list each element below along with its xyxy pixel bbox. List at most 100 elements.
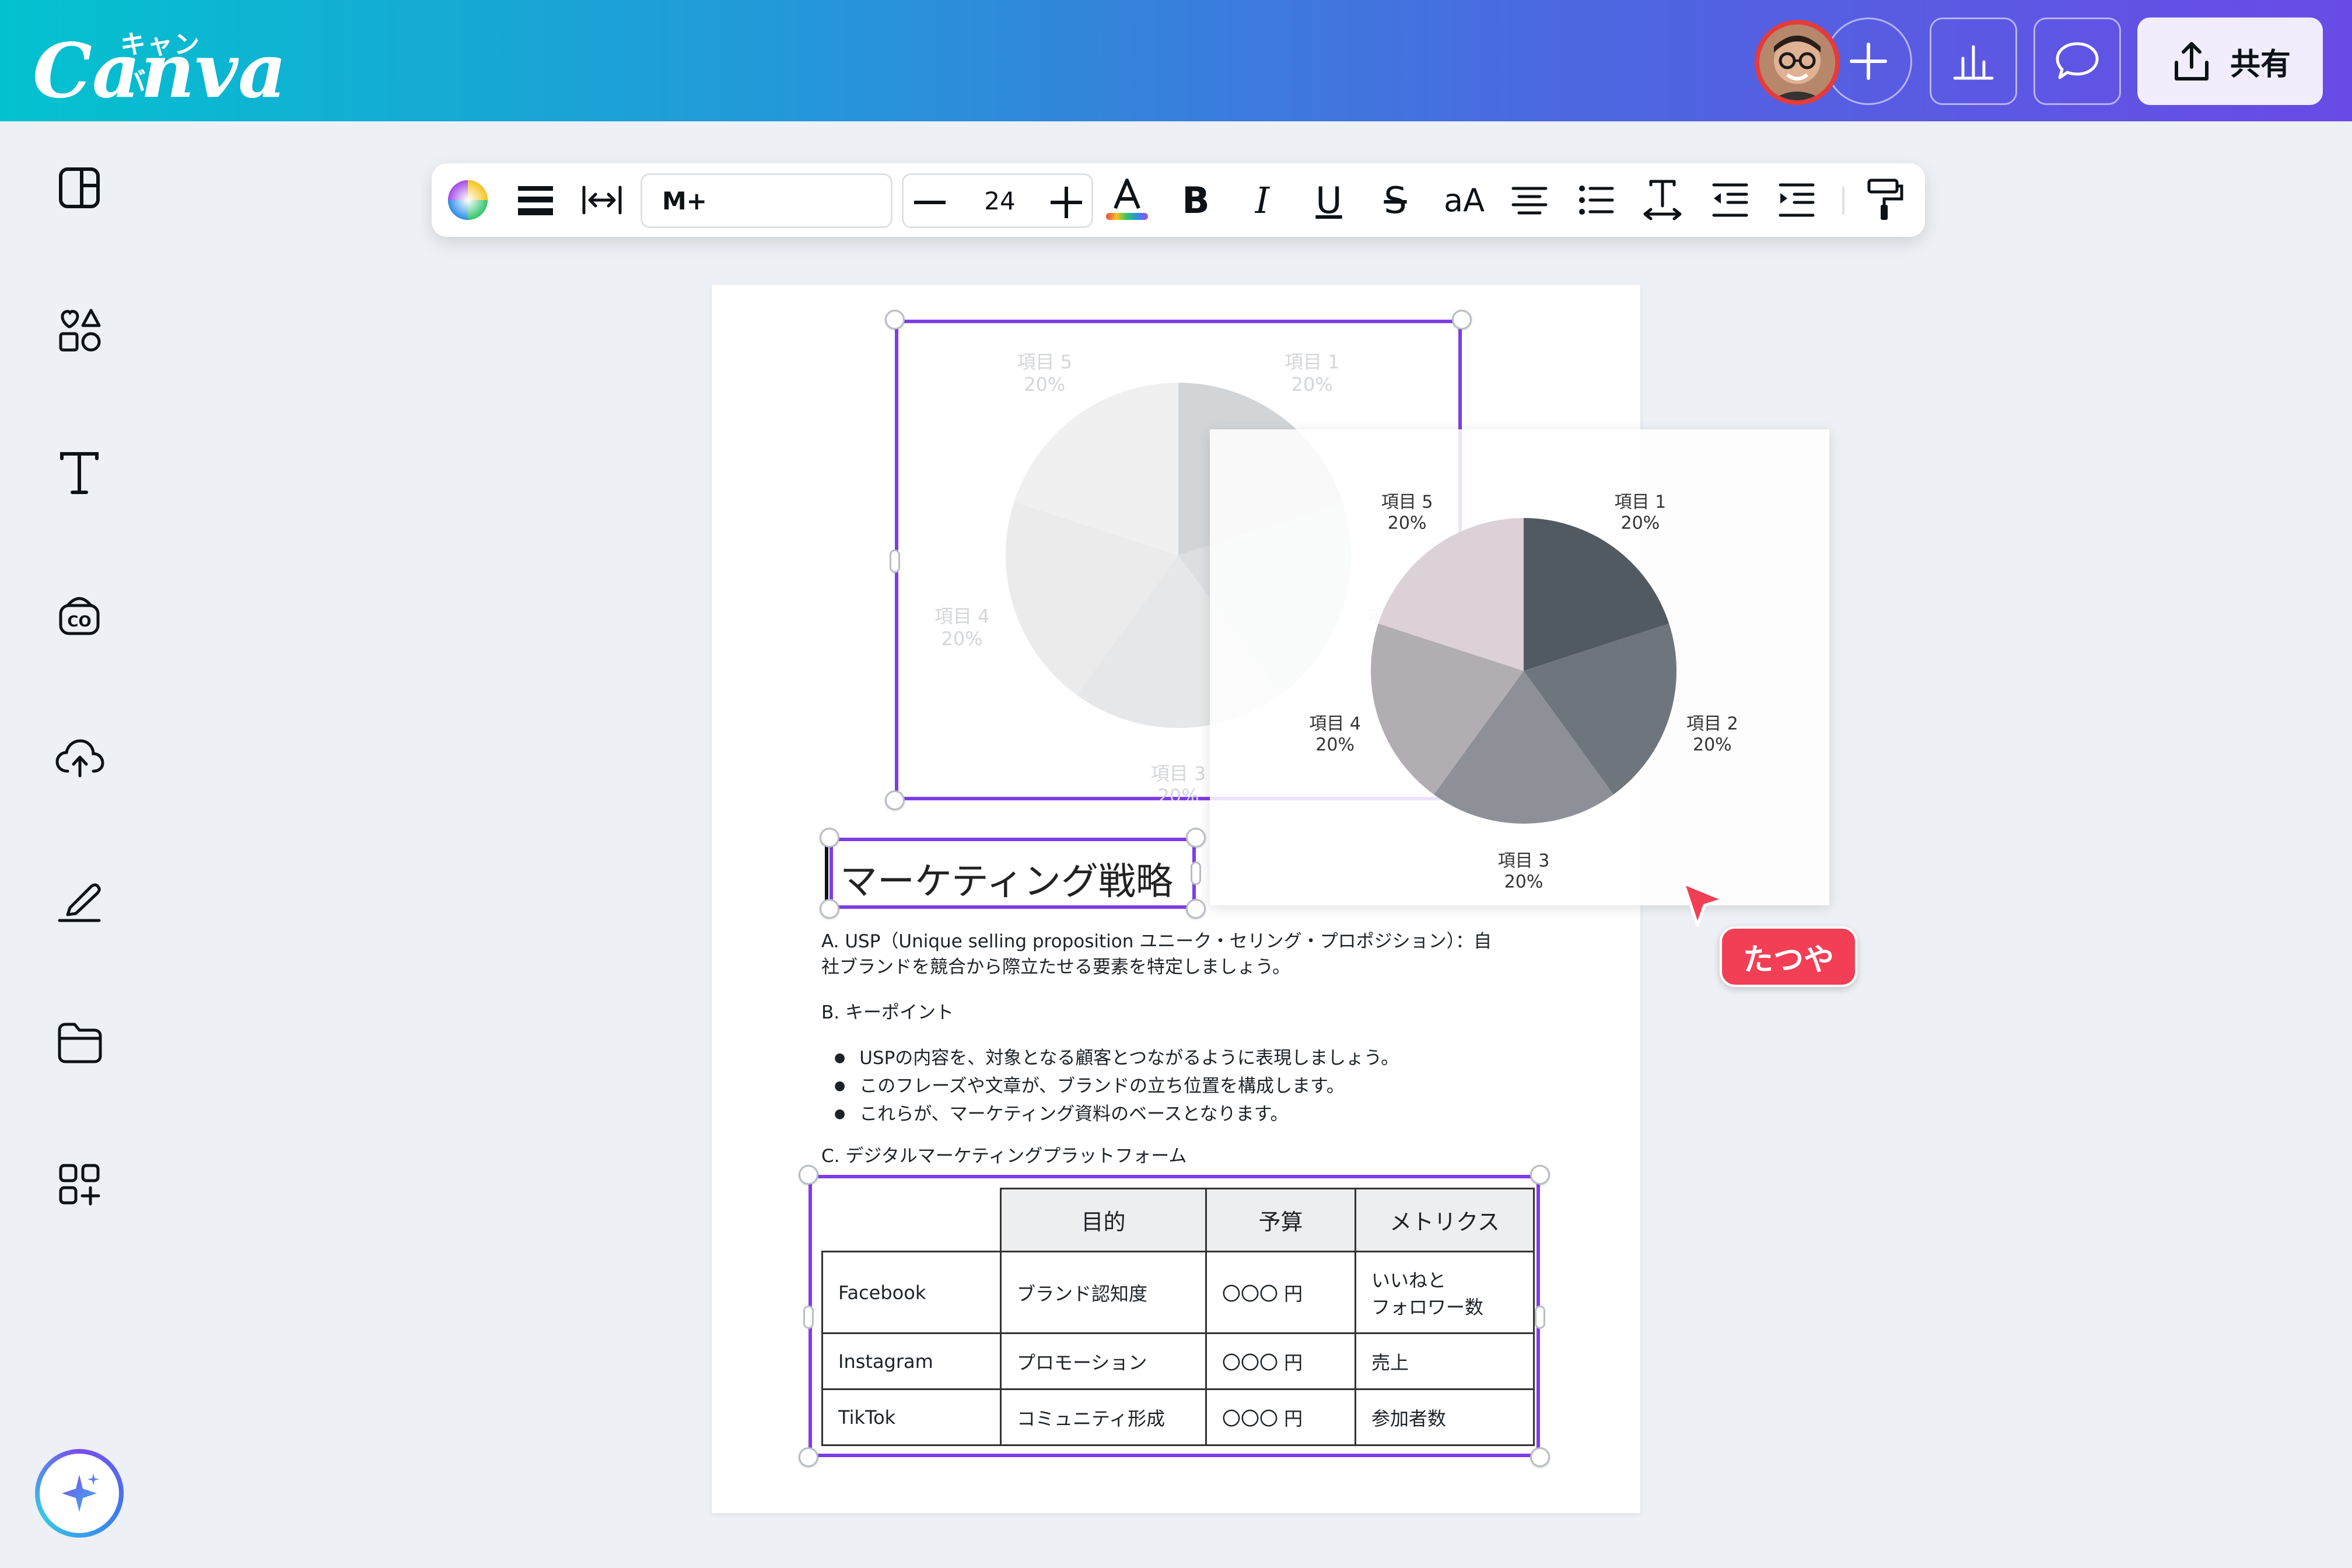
heading-handle-right[interactable] bbox=[1191, 862, 1201, 885]
toolbar-divider bbox=[1842, 187, 1845, 215]
comments-button[interactable] bbox=[2034, 18, 2121, 105]
strikethrough-button[interactable]: S bbox=[1371, 176, 1420, 225]
table-cell-budget[interactable]: 〇〇〇 円 bbox=[1205, 1251, 1356, 1334]
sidebar-apps-button[interactable] bbox=[52, 1157, 106, 1211]
table-handle-left[interactable] bbox=[803, 1306, 814, 1329]
share-button[interactable]: 共有 bbox=[2137, 18, 2323, 105]
font-size-increase-vbar[interactable] bbox=[1065, 187, 1068, 218]
text-color-picker[interactable] bbox=[443, 176, 492, 225]
color-wheel-icon bbox=[448, 180, 488, 220]
pie-value-label: 20% bbox=[1024, 373, 1065, 396]
list-button[interactable] bbox=[1572, 176, 1620, 225]
table-header-metrics[interactable]: メトリクス bbox=[1354, 1188, 1535, 1252]
paint-format-button[interactable] bbox=[1861, 176, 1910, 225]
page-title[interactable]: マーケティング戦略 bbox=[840, 852, 1173, 905]
italic-button[interactable]: I bbox=[1238, 176, 1287, 225]
sidebar-elements-button[interactable] bbox=[52, 303, 106, 357]
list-item: このフレーズや文章が、ブランドの立ち位置を構成します。 bbox=[834, 1073, 1399, 1101]
table-cell-platform[interactable]: Instagram bbox=[821, 1332, 1002, 1390]
table-header-purpose[interactable]: 目的 bbox=[1000, 1188, 1207, 1252]
font-family-selector[interactable]: M+ bbox=[640, 173, 892, 228]
table-cell-purpose[interactable]: ブランド認知度 bbox=[1000, 1251, 1207, 1334]
table-handle-top-right[interactable] bbox=[1530, 1165, 1550, 1185]
font-color-icon bbox=[1106, 178, 1148, 220]
pie-value-label: 20% bbox=[1315, 735, 1354, 755]
underline-button[interactable]: U bbox=[1304, 176, 1353, 225]
resize-handle-top-right[interactable] bbox=[1452, 310, 1472, 330]
avatar-face bbox=[1759, 24, 1835, 100]
brand-icon: CO bbox=[59, 597, 100, 635]
indent-icon bbox=[1779, 183, 1815, 217]
comment-icon bbox=[2056, 42, 2099, 79]
pie-category-label: 項目 1 bbox=[1615, 492, 1667, 512]
spacing-button[interactable] bbox=[511, 176, 560, 225]
decrease-indent-button[interactable] bbox=[1706, 176, 1755, 225]
text-spacing-icon bbox=[1643, 180, 1682, 220]
pie-value-label: 20% bbox=[1157, 785, 1199, 800]
text-icon bbox=[60, 452, 99, 494]
font-size-decrease-button[interactable] bbox=[914, 201, 946, 204]
pie-category-label: 項目 3 bbox=[1151, 762, 1206, 785]
paragraph-c[interactable]: C. デジタルマーケティングプラットフォーム bbox=[821, 1143, 1186, 1169]
table-cell-budget[interactable]: 〇〇〇 円 bbox=[1205, 1332, 1356, 1390]
share-label: 共有 bbox=[2230, 47, 2291, 82]
table-handle-bottom-right[interactable] bbox=[1530, 1447, 1550, 1467]
text-width-button[interactable] bbox=[578, 176, 626, 225]
table-row: TikTok コミュニティ形成 〇〇〇 円 参加者数 bbox=[821, 1388, 1535, 1446]
table-cell-platform[interactable]: Facebook bbox=[821, 1251, 1002, 1334]
metric-line2: フォロワー数 bbox=[1371, 1296, 1484, 1318]
resize-handle-left[interactable] bbox=[890, 550, 900, 573]
sidebar-design-button[interactable] bbox=[52, 161, 106, 215]
table-cell-budget[interactable]: 〇〇〇 円 bbox=[1205, 1388, 1356, 1446]
table-header-budget[interactable]: 予算 bbox=[1205, 1188, 1356, 1252]
pie-chart-dragging[interactable]: 項目 1 20% 項目 2 20% 項目 3 20% 項目 4 20% 項目 5 20% bbox=[1210, 429, 1829, 905]
heading-handle-top-left[interactable] bbox=[820, 828, 839, 848]
pie-category-label: 項目 3 bbox=[1498, 851, 1550, 872]
avatar[interactable] bbox=[1755, 20, 1840, 105]
paragraph-a[interactable]: A. USP（Unique selling proposition ユニーク・セ… bbox=[821, 929, 1492, 980]
pie-value-label: 20% bbox=[1621, 513, 1660, 533]
letter-case-button[interactable]: aA bbox=[1440, 176, 1489, 225]
font-color-button[interactable] bbox=[1102, 176, 1152, 225]
table-handle-bottom-left[interactable] bbox=[799, 1447, 818, 1467]
sidebar-projects-button[interactable] bbox=[52, 1015, 106, 1069]
outdent-icon bbox=[1712, 183, 1748, 217]
sidebar-draw-button[interactable] bbox=[52, 873, 106, 926]
table-header-row: 目的 予算 メトリクス bbox=[821, 1188, 1535, 1252]
table-cell-platform[interactable]: TikTok bbox=[821, 1388, 1002, 1446]
pie-category-label: 項目 4 bbox=[935, 606, 990, 628]
increase-indent-button[interactable] bbox=[1772, 176, 1821, 225]
pie-value-label: 20% bbox=[1693, 735, 1732, 755]
heading-handle-bottom-right[interactable] bbox=[1186, 899, 1206, 919]
table-cell-metric[interactable]: いいねと フォロワー数 bbox=[1354, 1251, 1535, 1334]
pie-value-label: 20% bbox=[1388, 513, 1427, 533]
paragraph-b[interactable]: B. キーポイント bbox=[821, 1000, 954, 1026]
table-cell-metric[interactable]: 参加者数 bbox=[1354, 1388, 1535, 1446]
table-handle-top-left[interactable] bbox=[799, 1165, 818, 1185]
insights-button[interactable] bbox=[1930, 18, 2017, 105]
sidebar-upload-button[interactable] bbox=[52, 730, 106, 784]
platform-table[interactable]: 目的 予算 メトリクス Facebook ブランド認知度 〇〇〇 円 いいねと … bbox=[821, 1188, 1535, 1446]
collaborator-cursor-icon bbox=[1682, 881, 1725, 927]
table-cell-metric[interactable]: 売上 bbox=[1354, 1332, 1535, 1390]
resize-handle-top-left[interactable] bbox=[885, 310, 905, 330]
text-spacing-button[interactable] bbox=[1638, 176, 1687, 225]
magic-assistant-button[interactable] bbox=[35, 1449, 124, 1538]
resize-handle-bottom-left[interactable] bbox=[885, 790, 905, 810]
bold-button[interactable]: B bbox=[1171, 176, 1220, 225]
table-handle-right[interactable] bbox=[1535, 1306, 1545, 1329]
font-size-stepper: 24 bbox=[902, 173, 1093, 228]
canva-logo[interactable]: キャンバ Canva bbox=[33, 23, 286, 108]
key-points-list[interactable]: USPの内容を、対象となる顧客とつながるように表現しましょう。 このフレーズや文… bbox=[834, 1045, 1399, 1129]
table-cell-purpose[interactable]: プロモーション bbox=[1000, 1332, 1207, 1390]
align-button[interactable] bbox=[1505, 176, 1554, 225]
layout-icon bbox=[59, 167, 100, 208]
font-size-value[interactable]: 24 bbox=[968, 187, 1032, 215]
heading-handle-top-right[interactable] bbox=[1186, 828, 1206, 848]
sidebar-brand-button[interactable]: CO bbox=[52, 588, 106, 642]
pie-category-label: 項目 5 bbox=[1017, 351, 1072, 373]
table-cell-purpose[interactable]: コミュニティ形成 bbox=[1000, 1388, 1207, 1446]
sidebar-text-button[interactable] bbox=[52, 446, 106, 499]
heading-handle-bottom-left[interactable] bbox=[820, 899, 839, 919]
metric-line1: いいねと bbox=[1371, 1269, 1447, 1292]
